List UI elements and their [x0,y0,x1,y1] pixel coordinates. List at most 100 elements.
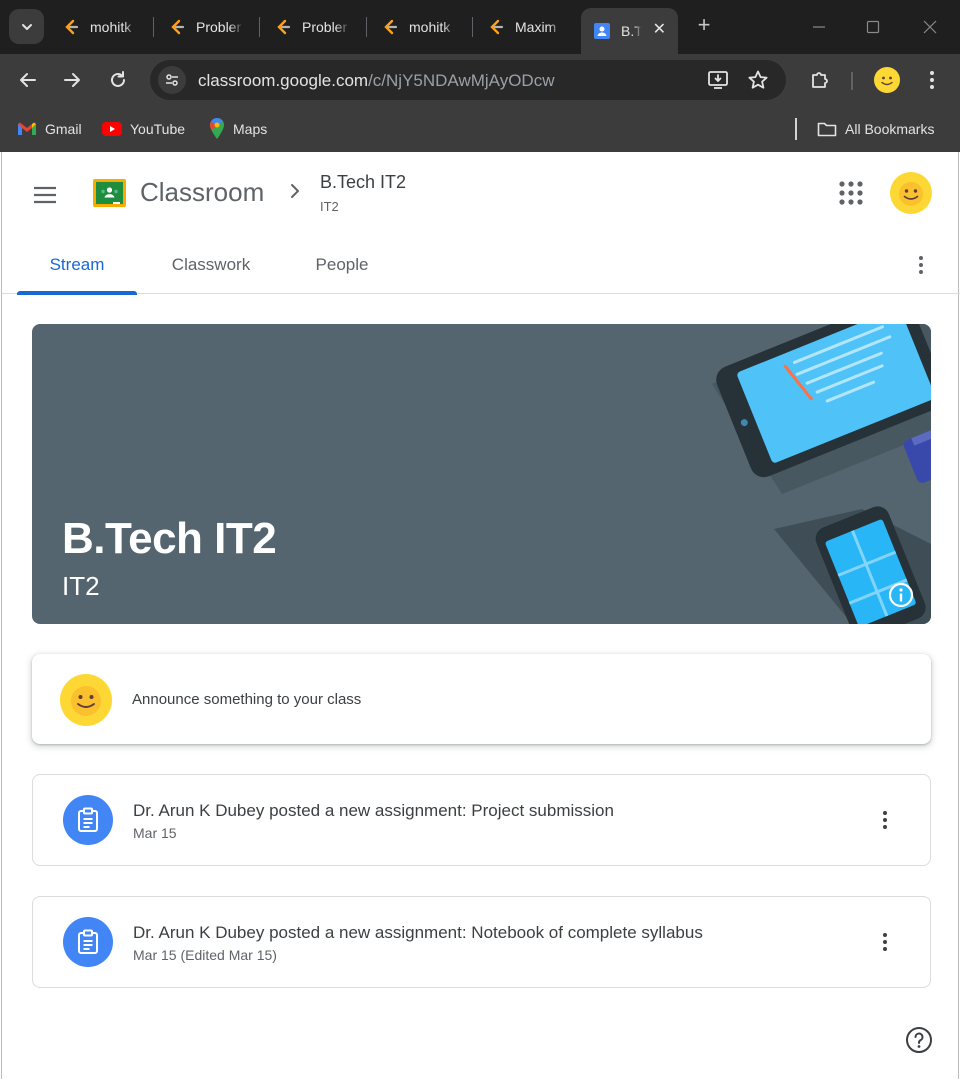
leetcode-icon [168,18,186,36]
more-vert-icon [919,256,923,274]
address-bar[interactable]: classroom.google.com/c/NjY5NDAwMjAyODcw [150,60,786,100]
user-avatar [60,674,112,726]
help-icon[interactable] [905,1026,933,1054]
browser-tab[interactable]: Probler [156,8,260,46]
browser-tab[interactable]: mohitk [50,8,154,46]
classroom-logo-icon[interactable] [93,179,126,207]
tab-classwork[interactable]: Classwork [149,236,273,294]
account-avatar[interactable] [890,172,932,214]
info-icon[interactable] [887,581,915,609]
stream-post[interactable]: Dr. Arun K Dubey posted a new assignment… [32,774,931,866]
tab-title: mohitk [90,19,132,35]
classroom-icon [593,22,611,40]
main-menu-button[interactable] [30,180,60,210]
leetcode-icon [381,18,399,36]
class-banner: B.Tech IT2 IT2 [32,324,931,624]
post-title[interactable]: Dr. Arun K Dubey posted a new assignment… [133,923,703,943]
tune-icon [166,74,178,86]
forward-button[interactable] [58,66,86,94]
tab-people[interactable]: People [285,236,399,294]
bookmark-star-button[interactable] [744,66,772,94]
breadcrumb-class-title: B.Tech IT2 [320,172,407,192]
bookmark-label: YouTube [130,121,186,137]
puzzle-icon [812,72,828,88]
maximize-button[interactable] [858,12,888,42]
tab-search-button[interactable] [9,9,44,44]
banner-illustration [712,324,931,624]
toolbar-divider [851,72,853,90]
breadcrumb-class-section: IT2 [320,199,339,214]
more-vert-icon [883,933,887,951]
assignment-icon [63,795,113,845]
banner-class-section: IT2 [62,571,100,601]
close-tab-icon[interactable]: ✕ [653,19,666,39]
browser-toolbar: classroom.google.com/c/NjY5NDAwMjAyODcw [0,54,960,106]
tab-title: Maxim [515,19,557,35]
back-button[interactable] [14,66,42,94]
post-options-button[interactable] [873,808,897,832]
all-bookmarks-label: All Bookmarks [845,121,935,137]
tab-stream[interactable]: Stream [17,236,137,295]
more-vert-icon [930,71,934,89]
leetcode-icon [62,18,80,36]
browser-tab[interactable]: Probler [262,8,366,46]
youtube-icon [102,122,122,136]
close-window-button[interactable] [915,12,945,42]
browser-tabstrip: mohitk Probler Probler mohitk Maxim B.T … [0,0,960,54]
bookmark-maps[interactable]: Maps [209,118,267,140]
class-options-button[interactable] [909,253,933,277]
active-tab-indicator [17,291,137,295]
stream-post[interactable]: Dr. Arun K Dubey posted a new assignment… [32,896,931,988]
bookmark-gmail[interactable]: Gmail [17,118,82,140]
app-brand[interactable]: Classroom [140,177,264,208]
post-options-button[interactable] [873,930,897,954]
tab-divider [366,17,367,37]
folder-icon [817,122,837,137]
site-info-button[interactable] [158,66,186,94]
url-host: classroom.google.com [198,71,369,90]
leetcode-icon [487,18,505,36]
class-nav-tabs: Stream Classwork People [2,236,960,295]
tab-label: Classwork [171,255,251,274]
tab-label: People [315,255,369,274]
browser-tab[interactable]: mohitk [369,8,473,46]
minimize-button[interactable] [804,12,834,42]
announce-placeholder[interactable]: Announce something to your class [132,691,361,708]
url-text[interactable]: classroom.google.com/c/NjY5NDAwMjAyODcw [198,71,554,91]
tab-title: B.T [621,23,641,39]
hamburger-icon [34,186,56,204]
google-apps-icon[interactable] [838,180,864,206]
all-bookmarks-button[interactable]: All Bookmarks [817,118,934,140]
maximize-icon [866,20,880,34]
bookmark-youtube[interactable]: YouTube [102,118,185,140]
tab-divider [259,17,260,37]
extensions-button[interactable] [806,66,834,94]
tab-title: Probler [196,19,242,35]
install-app-icon [708,71,728,89]
new-tab-button[interactable]: + [692,13,716,37]
gmail-icon [18,122,36,135]
announce-box[interactable]: Announce something to your class [32,654,931,744]
assignment-icon [63,917,113,967]
bookmarks-divider [795,118,797,140]
close-icon [923,20,937,34]
post-date: Mar 15 [133,825,177,841]
classroom-page: Classroom B.Tech IT2 IT2 Stream Classwor… [1,152,960,1079]
chevron-right-icon [291,184,299,198]
profile-button[interactable] [873,66,901,94]
arrow-right-icon [64,73,80,87]
tab-title: Probler [302,19,348,35]
tab-divider [472,17,473,37]
bookmarks-bar: Gmail YouTube Maps All Bookmarks [0,106,960,152]
browser-menu-button[interactable] [918,66,946,94]
app-header: Classroom B.Tech IT2 IT2 [2,152,960,236]
install-app-button[interactable] [704,66,732,94]
post-title[interactable]: Dr. Arun K Dubey posted a new assignment… [133,801,614,821]
maps-icon [210,118,224,139]
tab-label: Stream [49,255,105,274]
reload-button[interactable] [104,66,132,94]
tab-title: mohitk [409,19,451,35]
bookmark-label: Gmail [45,121,82,137]
browser-tab-active[interactable]: B.T ✕ [581,8,678,54]
browser-tab[interactable]: Maxim [475,8,579,46]
